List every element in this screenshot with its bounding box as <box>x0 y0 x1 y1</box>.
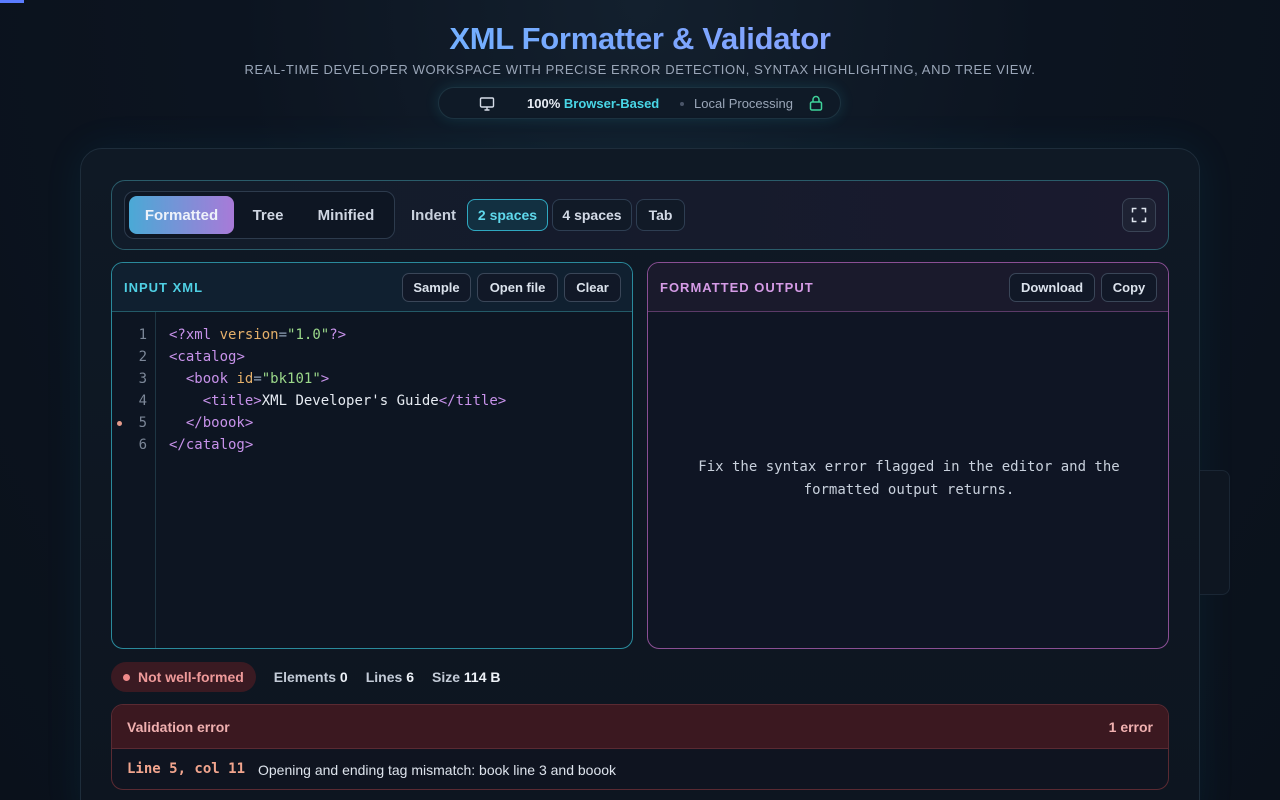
download-button[interactable]: Download <box>1009 273 1095 302</box>
page-subtitle: REAL-TIME DEVELOPER WORKSPACE WITH PRECI… <box>244 62 1036 77</box>
page-title: XML Formatter & Validator <box>0 20 1280 58</box>
validation-error-header: Validation error 1 error <box>112 705 1168 749</box>
elements-stat: Elements 0 <box>274 669 348 685</box>
code-line: </boook> <box>185 415 254 431</box>
output-panel: FORMATTED OUTPUT Download Copy Fix the s… <box>647 262 1169 649</box>
line-number: 6 <box>138 437 147 453</box>
elements-label: Elements <box>273 669 337 685</box>
status-badge: Not well-formed <box>111 662 256 692</box>
xml-input-editor[interactable]: <?xml version="1.0"?> <catalog> <book id=… <box>169 324 506 456</box>
local-processing-label: Local Processing <box>694 96 793 111</box>
line-number: 1 <box>138 327 147 343</box>
code-line: <?xml version="1.0"?> <box>169 327 347 343</box>
side-drawer-tab[interactable] <box>1200 470 1230 595</box>
input-panel: INPUT XML Sample Open file Clear 1 2 3 4… <box>111 262 633 649</box>
status-text: Not well-formed <box>138 669 244 685</box>
output-message-line: Fix the syntax error flagged in the edit… <box>698 459 1120 475</box>
lock-icon <box>809 95 823 111</box>
code-line: <book id="bk101"> <box>185 371 330 387</box>
indent-2-spaces-button[interactable]: 2 spaces <box>467 199 548 231</box>
indent-4-spaces-button[interactable]: 4 spaces <box>552 199 632 231</box>
size-stat: Size 114 B <box>432 669 501 685</box>
expand-icon <box>1131 207 1147 223</box>
indent-tab-button[interactable]: Tab <box>636 199 685 231</box>
output-message-line: formatted output returns. <box>803 482 1015 498</box>
lines-stat: Lines 6 <box>366 669 414 685</box>
open-file-button[interactable]: Open file <box>477 273 558 302</box>
page-header: XML Formatter & Validator REAL-TIME DEVE… <box>0 0 1280 78</box>
validation-error-panel: Validation error 1 error Line 5, col 11 … <box>111 704 1169 790</box>
badge-separator <box>680 102 684 106</box>
lines-value: 6 <box>406 669 414 685</box>
status-dot <box>123 674 130 681</box>
code-line: <title>XML Developer's Guide</title> <box>202 393 507 409</box>
line-number: 2 <box>138 349 147 365</box>
copy-button[interactable]: Copy <box>1101 273 1157 302</box>
clear-button[interactable]: Clear <box>564 273 621 302</box>
output-panel-title: FORMATTED OUTPUT <box>660 280 814 295</box>
sample-button[interactable]: Sample <box>402 273 471 302</box>
code-line: <catalog> <box>169 349 245 365</box>
line-number: 5 <box>138 415 147 431</box>
size-label: Size <box>431 669 460 685</box>
validation-error-title: Validation error <box>127 719 230 735</box>
indent-label: Indent <box>411 207 456 224</box>
input-panel-header: INPUT XML Sample Open file Clear <box>112 263 632 312</box>
error-count: 1 error <box>1108 719 1153 735</box>
output-placeholder-message: Fix the syntax error flagged in the edit… <box>648 456 1168 502</box>
code-line: </catalog> <box>169 437 254 453</box>
output-panel-header: FORMATTED OUTPUT Download Copy <box>648 263 1168 312</box>
lines-label: Lines <box>365 669 403 685</box>
line-number: 4 <box>138 393 147 409</box>
elements-value: 0 <box>339 669 348 685</box>
browser-based-label: 100% Browser-Based <box>527 96 659 111</box>
error-message: Opening and ending tag mismatch: book li… <box>258 762 617 778</box>
browser-percent: 100% <box>527 96 561 111</box>
line-number-gutter: 1 2 3 4 5 6 <box>112 312 156 648</box>
view-minified-button[interactable]: Minified <box>302 196 390 234</box>
fullscreen-button[interactable] <box>1122 198 1156 232</box>
error-line-marker <box>117 421 122 426</box>
line-number: 3 <box>138 371 147 387</box>
input-panel-title: INPUT XML <box>124 280 204 295</box>
browser-based-text: Browser-Based <box>563 96 660 111</box>
view-tree-button[interactable]: Tree <box>238 196 298 234</box>
view-formatted-button[interactable]: Formatted <box>129 196 234 234</box>
processing-badge: 100% Browser-Based Local Processing <box>438 87 841 119</box>
error-location-link[interactable]: Line 5, col 11 <box>127 761 245 777</box>
size-value: 114 B <box>463 669 501 685</box>
monitor-icon <box>479 97 495 111</box>
status-bar: Not well-formed Elements 0 Lines 6 Size … <box>111 662 500 692</box>
